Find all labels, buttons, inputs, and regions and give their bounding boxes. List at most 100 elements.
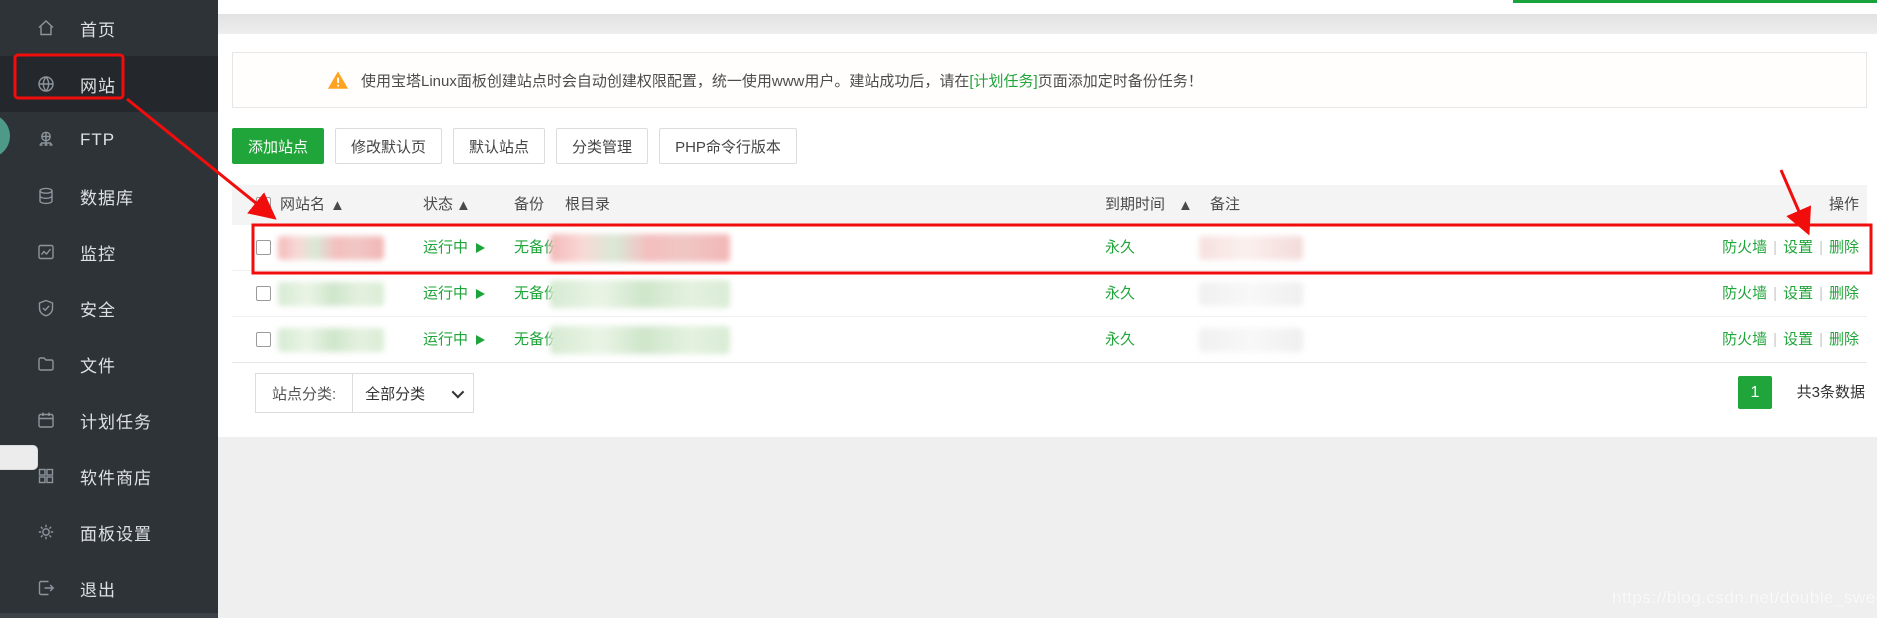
sort-up-icon[interactable]: ▲ (456, 186, 471, 226)
sidebar-item-home[interactable]: 首页 (0, 0, 218, 56)
row-actions: 防火墙 | 设置 | 删除 (1722, 317, 1859, 363)
sidebar-item-monitor[interactable]: 监控 (0, 224, 218, 280)
add-site-button[interactable]: 添加站点 (232, 128, 325, 164)
total-count-text: 共3条数据 (1796, 384, 1865, 401)
sidebar: 首页 网站 FTP 数据库 监控 安全 文件 计划任务 软件商店 面板设置 退出 (0, 0, 218, 618)
site-category-group: 站点分类: 全部分类 (255, 373, 475, 413)
sidebar-item-label: 面板设置 (80, 524, 152, 544)
notice-text-after: 页面添加定时备份任务！ (1037, 72, 1203, 90)
status-cell[interactable]: 运行中 (423, 317, 486, 363)
status-text: 运行中 (423, 239, 469, 256)
delete-link[interactable]: 删除 (1829, 285, 1859, 302)
redacted-root-dir (550, 280, 730, 308)
cron-page-link[interactable]: [计划任务] (969, 73, 1037, 90)
header-backup: 备份 (514, 196, 545, 213)
sort-up-icon[interactable]: ▲ (330, 186, 345, 226)
action-separator: | (1773, 331, 1778, 348)
redacted-site-name (278, 328, 384, 352)
header-root-dir: 根目录 (565, 196, 611, 213)
expire-cell[interactable]: 永久 (1105, 225, 1135, 271)
home-icon (36, 18, 56, 38)
globe-icon (36, 74, 56, 94)
sidebar-item-database[interactable]: 数据库 (0, 168, 218, 224)
table-row: 运行中 无备份 永久 防火墙 | 设置 | 删除 (232, 317, 1867, 363)
sidebar-item-cron[interactable]: 计划任务 (0, 392, 218, 448)
modify-default-page-button[interactable]: 修改默认页 (335, 128, 443, 164)
notice-text-before: 使用宝塔Linux面板创建站点时会自动创建权限配置，统一使用www用户。建站成功… (361, 72, 970, 90)
sidebar-item-label: FTP (80, 130, 116, 149)
sidebar-item-label: 首页 (80, 20, 116, 40)
header-action: 操作 (1828, 196, 1859, 213)
site-category-select[interactable]: 全部分类 (352, 373, 475, 413)
notice-text: 使用宝塔Linux面板创建站点时会自动创建权限配置，统一使用www用户。建站成功… (361, 70, 1203, 91)
play-icon (476, 289, 486, 299)
gear-icon (36, 522, 56, 542)
status-cell[interactable]: 运行中 (423, 225, 486, 271)
monitor-icon (36, 242, 56, 262)
row-actions: 防火墙 | 设置 | 删除 (1722, 225, 1859, 271)
redacted-remark (1199, 328, 1303, 352)
grid-icon (36, 466, 56, 486)
sidebar-bottom-strip (0, 613, 218, 618)
table-row: 运行中 无备份 永久 防火墙 | 设置 | 删除 (232, 225, 1867, 271)
select-all-checkbox[interactable] (256, 197, 271, 212)
action-separator: | (1819, 239, 1823, 256)
logout-icon (36, 578, 56, 598)
sidebar-item-panel-settings[interactable]: 面板设置 (0, 504, 218, 560)
category-manage-button[interactable]: 分类管理 (556, 128, 649, 164)
firewall-link[interactable]: 防火墙 (1722, 285, 1767, 302)
action-separator: | (1819, 285, 1823, 302)
sidebar-item-label: 安全 (80, 300, 116, 320)
row-checkbox[interactable] (256, 332, 271, 347)
header-status[interactable]: 状态 (423, 185, 453, 225)
main-panel: 使用宝塔Linux面板创建站点时会自动创建权限配置，统一使用www用户。建站成功… (218, 34, 1877, 437)
delete-link[interactable]: 删除 (1829, 331, 1859, 348)
calendar-icon (36, 410, 56, 430)
redacted-remark (1199, 282, 1303, 306)
row-checkbox[interactable] (256, 240, 271, 255)
folder-icon (36, 354, 56, 374)
header-remark: 备注 (1210, 196, 1241, 213)
sidebar-item-label: 数据库 (80, 188, 134, 208)
status-text: 运行中 (423, 331, 469, 348)
settings-link[interactable]: 设置 (1783, 331, 1813, 348)
table-body: 运行中 无备份 永久 防火墙 | 设置 | 删除 运行中 无备份 永久 防火墙 | 设置 | 删… (232, 225, 1867, 363)
firewall-link[interactable]: 防火墙 (1722, 239, 1767, 256)
partial-tooltip (0, 445, 38, 470)
site-category-label: 站点分类: (255, 373, 354, 413)
sidebar-item-logout[interactable]: 退出 (0, 560, 218, 616)
delete-link[interactable]: 删除 (1829, 239, 1859, 256)
sidebar-item-label: 文件 (80, 356, 116, 376)
header-expire-time[interactable]: 到期时间 (1105, 185, 1165, 225)
warning-icon (327, 70, 349, 90)
sidebar-item-ftp[interactable]: FTP (0, 112, 218, 168)
redacted-root-dir (550, 326, 730, 354)
sidebar-item-label: 计划任务 (80, 412, 152, 432)
sidebar-item-files[interactable]: 文件 (0, 336, 218, 392)
settings-link[interactable]: 设置 (1783, 239, 1813, 256)
pagination-page-1[interactable]: 1 (1738, 376, 1772, 409)
play-icon (476, 243, 486, 253)
shield-icon (36, 298, 56, 318)
header-site-name[interactable]: 网站名 (280, 185, 325, 225)
site-category-value: 全部分类 (365, 385, 426, 403)
sidebar-item-label: 网站 (80, 76, 116, 96)
php-cli-version-button[interactable]: PHP命令行版本 (659, 128, 797, 164)
expire-cell[interactable]: 永久 (1105, 317, 1135, 363)
action-separator: | (1819, 331, 1823, 348)
sidebar-item-security[interactable]: 安全 (0, 280, 218, 336)
status-cell[interactable]: 运行中 (423, 271, 486, 317)
green-top-line (1513, 0, 1877, 3)
settings-link[interactable]: 设置 (1783, 285, 1813, 302)
sort-up-icon[interactable]: ▲ (1178, 186, 1193, 226)
database-icon (36, 186, 56, 206)
sidebar-item-label: 软件商店 (80, 468, 152, 488)
default-site-button[interactable]: 默认站点 (453, 128, 546, 164)
firewall-link[interactable]: 防火墙 (1722, 331, 1767, 348)
row-checkbox[interactable] (256, 286, 271, 301)
expire-cell[interactable]: 永久 (1105, 271, 1135, 317)
status-text: 运行中 (423, 285, 469, 302)
sidebar-item-websites[interactable]: 网站 (0, 56, 218, 112)
toolbar: 添加站点 修改默认页 默认站点 分类管理 PHP命令行版本 (232, 128, 797, 164)
sidebar-item-label: 监控 (80, 244, 116, 264)
